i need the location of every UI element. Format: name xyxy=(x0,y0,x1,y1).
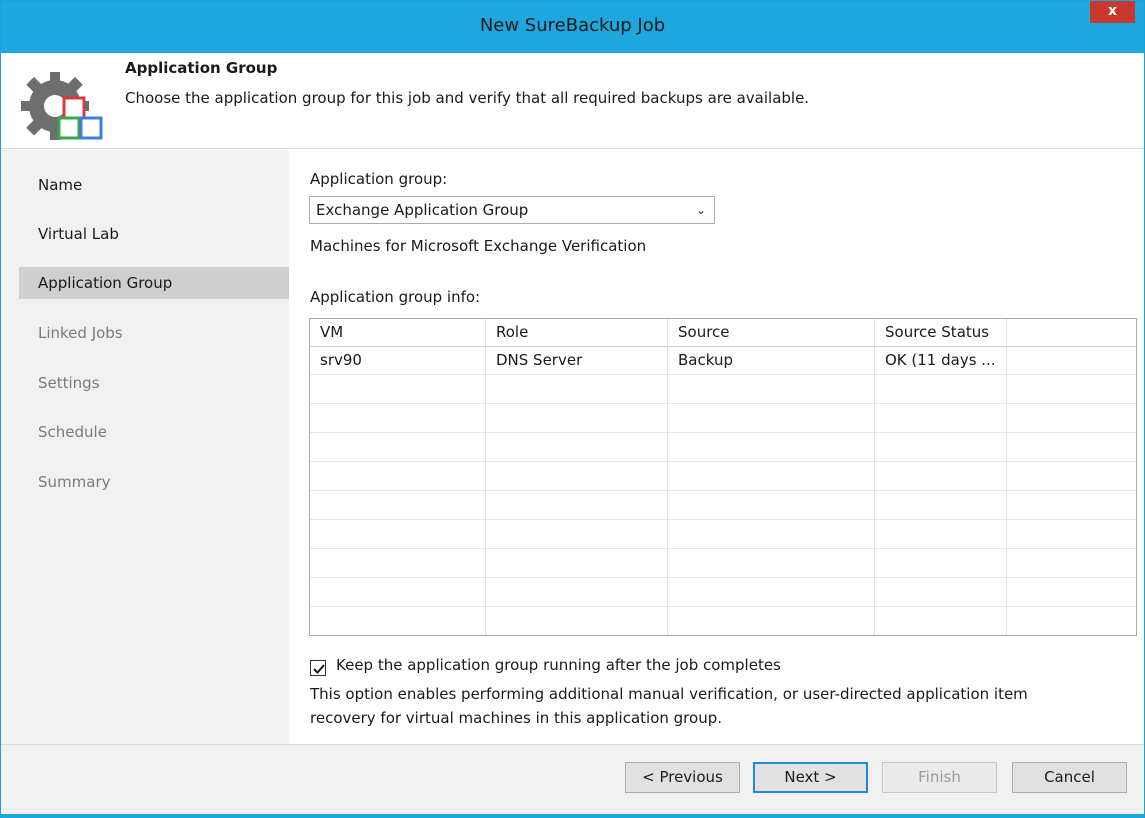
checkmark-icon xyxy=(313,664,325,674)
keep-running-label[interactable]: Keep the application group running after… xyxy=(336,656,781,674)
wizard-footer: < Previous Next > Finish Cancel xyxy=(1,744,1144,817)
column-divider xyxy=(874,319,875,635)
window-bottom-border xyxy=(1,814,1144,818)
application-group-description: Machines for Microsoft Exchange Verifica… xyxy=(310,237,647,255)
application-group-info-label: Application group info: xyxy=(310,288,481,306)
application-group-label: Application group: xyxy=(310,170,448,188)
column-header-source[interactable]: Source xyxy=(668,319,875,347)
application-group-info-table[interactable]: VM Role Source Source Status srv90 DNS S… xyxy=(309,318,1137,636)
empty-row xyxy=(310,405,1136,433)
table-row[interactable]: srv90 DNS Server Backup OK (11 days ... xyxy=(310,347,1136,375)
gear-backup-icon xyxy=(21,72,103,140)
column-header-vm[interactable]: VM xyxy=(310,319,486,347)
cell-source: Backup xyxy=(678,351,733,369)
window-title: New SureBackup Job xyxy=(479,15,666,36)
note-line: recovery for virtual machines in this ap… xyxy=(310,709,722,727)
sidebar-item-virtual-lab[interactable]: Virtual Lab xyxy=(19,218,289,250)
sidebar-item-settings: Settings xyxy=(38,374,100,392)
application-group-select[interactable]: Exchange Application Group ⌄ xyxy=(309,196,715,224)
cell-vm: srv90 xyxy=(320,351,362,369)
column-header-role[interactable]: Role xyxy=(486,319,668,347)
step-header: Application Group Choose the application… xyxy=(1,53,1144,149)
wizard-window: New SureBackup Job x Application Group C… xyxy=(0,0,1145,818)
empty-row xyxy=(310,579,1136,607)
empty-row xyxy=(310,492,1136,520)
column-divider xyxy=(667,319,668,635)
cancel-button[interactable]: Cancel xyxy=(1012,762,1127,793)
empty-row xyxy=(310,376,1136,404)
next-button[interactable]: Next > xyxy=(753,762,868,793)
table-header: VM Role Source Source Status xyxy=(310,319,1136,347)
sidebar-item-summary: Summary xyxy=(38,473,111,491)
step-title: Application Group xyxy=(125,59,278,77)
empty-row xyxy=(310,521,1136,549)
sidebar-item-linked-jobs: Linked Jobs xyxy=(38,324,123,342)
sidebar-item-application-group[interactable]: Application Group xyxy=(19,267,289,299)
cell-role: DNS Server xyxy=(496,351,583,369)
column-header-source-status[interactable]: Source Status xyxy=(875,319,1007,347)
empty-row xyxy=(310,550,1136,578)
column-divider xyxy=(1006,319,1007,635)
column-divider xyxy=(485,319,486,635)
chevron-down-icon[interactable]: ⌄ xyxy=(696,197,706,223)
step-content: Application group: Exchange Application … xyxy=(289,150,1144,744)
previous-button[interactable]: < Previous xyxy=(625,762,740,793)
cell-source-status: OK (11 days ... xyxy=(885,351,996,369)
close-button[interactable]: x xyxy=(1090,1,1135,23)
step-description: Choose the application group for this jo… xyxy=(125,89,810,107)
keep-running-checkbox[interactable] xyxy=(310,660,326,676)
title-bar: New SureBackup Job x xyxy=(1,1,1144,53)
empty-row xyxy=(310,434,1136,462)
note-line: This option enables performing additiona… xyxy=(310,685,1028,703)
empty-row xyxy=(310,463,1136,491)
sidebar-item-name[interactable]: Name xyxy=(19,169,289,201)
finish-button: Finish xyxy=(882,762,997,793)
sidebar-item-schedule: Schedule xyxy=(38,423,107,441)
application-group-value: Exchange Application Group xyxy=(316,201,529,219)
wizard-steps-sidebar: Name Virtual Lab Application Group Linke… xyxy=(1,150,289,744)
empty-row xyxy=(310,608,1136,635)
keep-running-note: This option enables performing additiona… xyxy=(310,682,1110,730)
